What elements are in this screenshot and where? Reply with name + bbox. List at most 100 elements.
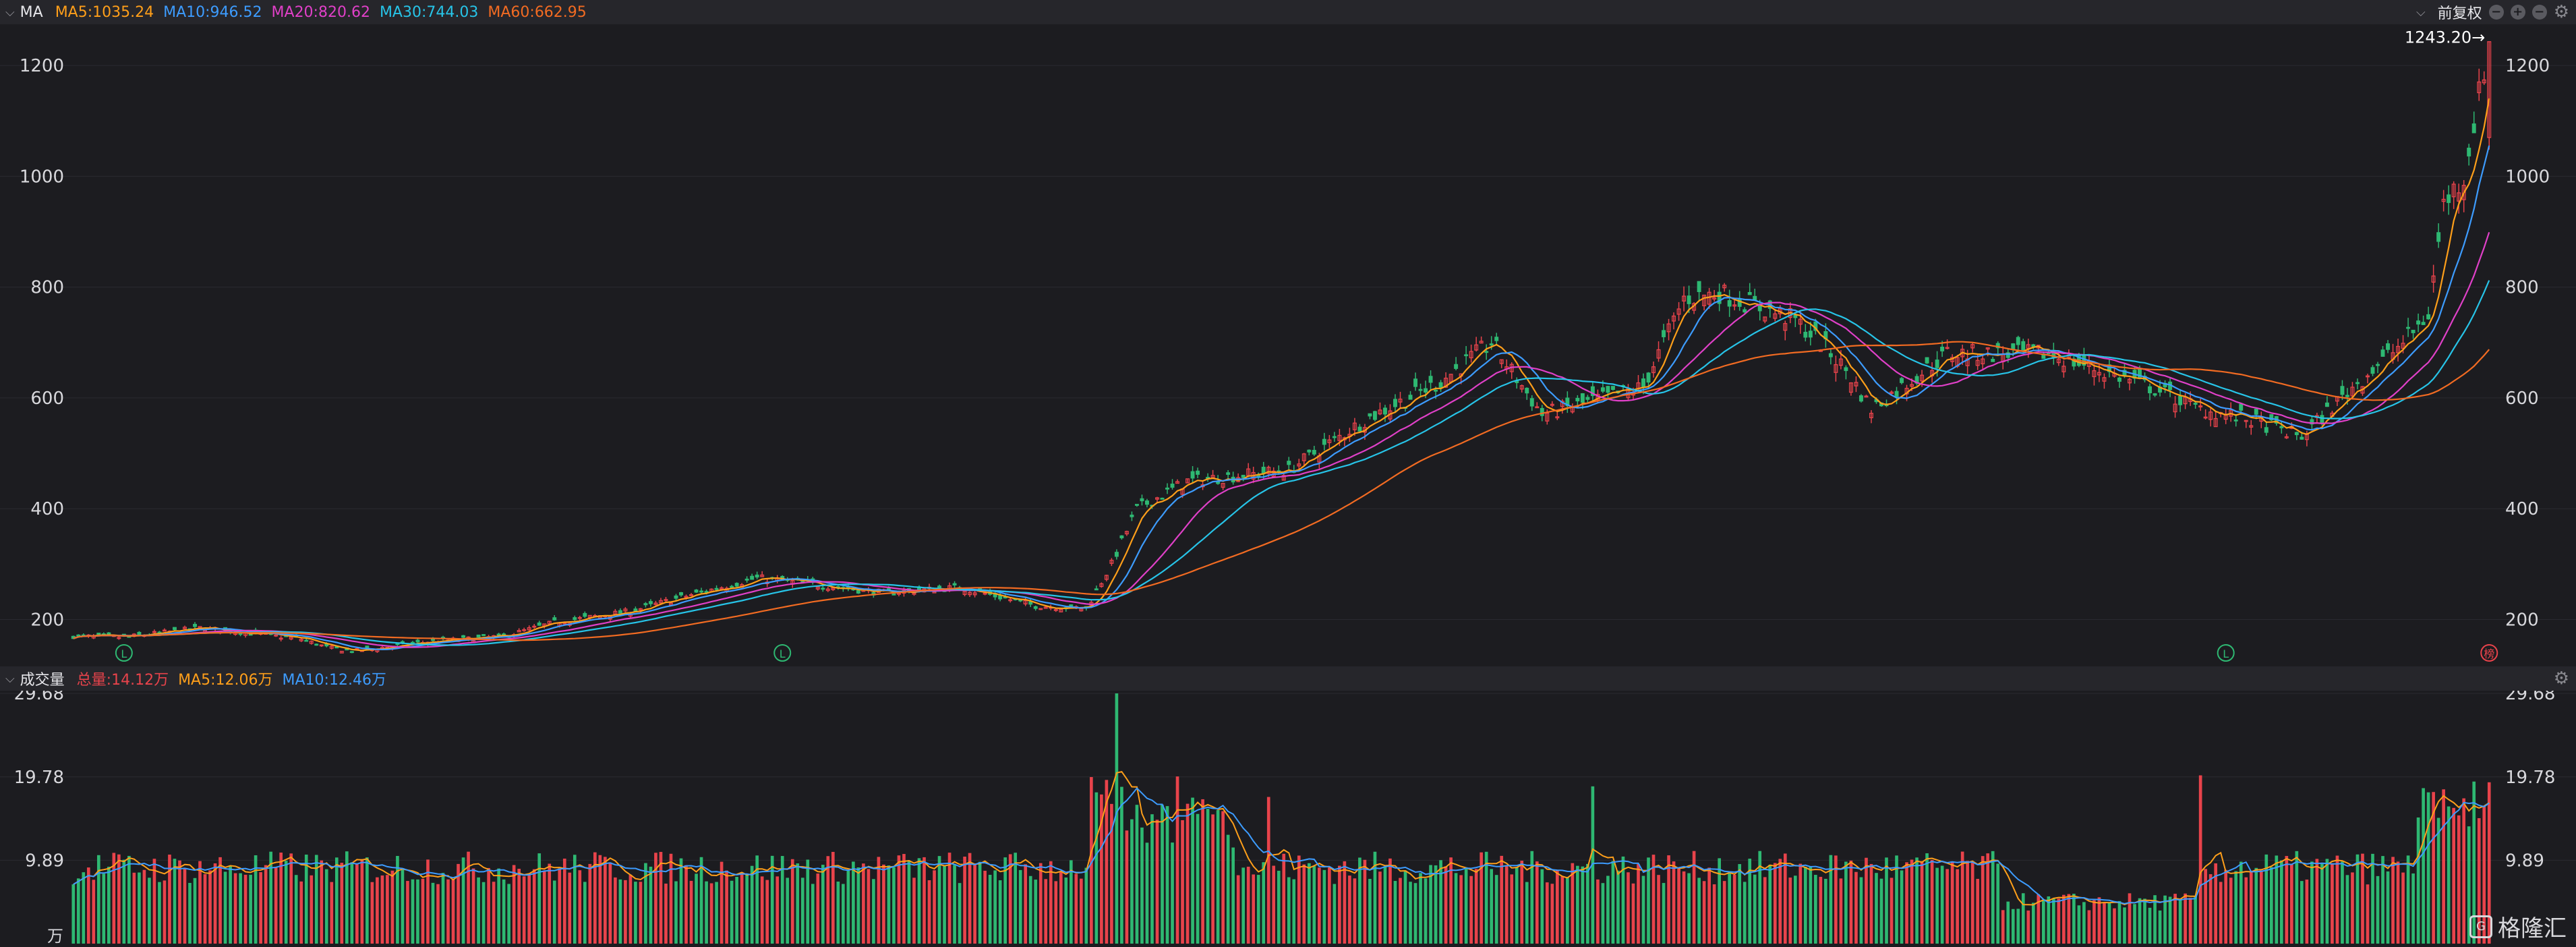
volume-settings-gear-icon[interactable]: ⚙ xyxy=(2554,668,2569,689)
volume-bar xyxy=(1854,871,1858,944)
volume-bar xyxy=(1034,880,1038,944)
candle-body xyxy=(1357,426,1362,432)
volume-bar xyxy=(527,874,531,944)
volume-axis-right-tick-1: 19.78 xyxy=(2505,768,2555,788)
volume-bar xyxy=(487,867,490,944)
volume-bar xyxy=(2052,898,2055,944)
volume-bar xyxy=(1236,875,1240,944)
volume-bar xyxy=(1793,876,1797,944)
volume-bar xyxy=(107,866,111,944)
volume-bar xyxy=(2331,863,2334,944)
candlestick-chart[interactable]: 200 200 400 400 600 600 800 800 1000 1000 1200 1200… xyxy=(0,24,2576,665)
volume-bar xyxy=(2026,910,2030,944)
volume-bar xyxy=(310,875,314,944)
volume-bar xyxy=(2335,855,2339,944)
minus-icon[interactable]: − xyxy=(2488,5,2504,20)
candle-body xyxy=(2421,322,2426,325)
volume-collapse-caret-icon[interactable]: ⌵ xyxy=(5,672,15,686)
candle-body xyxy=(1727,299,1732,307)
plus-icon[interactable]: + xyxy=(2510,5,2525,20)
volume-bar xyxy=(127,855,131,944)
volume-bar xyxy=(2442,789,2445,944)
volume-title[interactable]: 成交量 xyxy=(20,668,65,689)
volume-bar xyxy=(1120,786,1123,944)
volume-bar xyxy=(2422,788,2425,944)
volume-bar xyxy=(2163,895,2167,944)
volume-legend-0: 总量:14.12万 xyxy=(76,672,169,689)
volume-bar xyxy=(330,882,334,944)
volume-bar xyxy=(2371,853,2374,944)
volume-bar xyxy=(360,859,364,944)
adjust-dropdown-icon[interactable]: ⌵ xyxy=(2416,5,2426,20)
volume-bar xyxy=(512,865,516,944)
volume-bar xyxy=(1256,875,1260,944)
candle-body xyxy=(1662,330,1666,337)
volume-bar xyxy=(614,877,617,944)
adjust-mode-select[interactable]: 前复权 xyxy=(2438,1,2482,23)
volume-bar xyxy=(1956,869,1959,944)
volume-bar xyxy=(2082,902,2086,944)
candle-body xyxy=(730,585,734,588)
candle-body xyxy=(679,592,683,596)
volume-bar xyxy=(1388,858,1392,944)
candle-body xyxy=(952,583,957,585)
volume-bar xyxy=(725,870,728,944)
volume-bar xyxy=(1905,862,1908,944)
volume-bar xyxy=(1246,866,1250,944)
volume-bar xyxy=(1038,863,1043,944)
volume-axis-left-tick-2: 29.68 xyxy=(14,691,64,704)
volume-bar xyxy=(76,878,80,944)
volume-bar xyxy=(178,860,181,944)
volume-bar xyxy=(659,852,663,944)
volume-bar xyxy=(927,880,931,944)
collapse-icon[interactable]: − xyxy=(2531,5,2547,20)
candle-body xyxy=(734,583,739,587)
candle-body xyxy=(2355,382,2360,384)
volume-bar-chart[interactable]: 9.89 9.89 19.78 19.78 29.68 29.68 万 xyxy=(0,691,2576,947)
volume-bar xyxy=(1094,792,1099,944)
volume-bar xyxy=(2072,894,2076,944)
volume-bar xyxy=(2041,899,2045,944)
candle-body xyxy=(172,627,177,630)
volume-bar xyxy=(2285,856,2289,944)
volume-bar xyxy=(1231,847,1235,944)
candle-body xyxy=(1226,472,1231,475)
candle-body xyxy=(1641,378,1645,388)
volume-bar xyxy=(517,868,521,944)
indicator-title[interactable]: MA xyxy=(20,4,43,21)
price-legend-3: MA30:744.03 xyxy=(379,3,479,21)
volume-bar xyxy=(138,872,141,944)
volume-bar xyxy=(2325,859,2329,944)
candle-body xyxy=(714,587,719,590)
volume-bar xyxy=(71,884,76,944)
volume-bar xyxy=(800,878,804,944)
price-axis-right-tick-0: 200 xyxy=(2505,610,2539,631)
volume-bar xyxy=(578,870,582,944)
volume-bar xyxy=(1226,834,1230,944)
volume-bar xyxy=(679,858,683,944)
candle-body xyxy=(137,631,142,635)
volume-bar xyxy=(1069,860,1073,944)
volume-axis-right-tick-2: 29.68 xyxy=(2505,691,2555,704)
candle-body xyxy=(1190,471,1195,479)
candle-body xyxy=(1484,351,1489,353)
volume-bar xyxy=(1885,857,1888,944)
candle-body xyxy=(2471,123,2476,134)
volume-bar xyxy=(842,884,845,944)
price-axis-right-tick-1: 400 xyxy=(2505,499,2539,519)
candle-body xyxy=(1540,407,1544,416)
candle-body xyxy=(1525,387,1529,394)
collapse-caret-icon[interactable]: ⌵ xyxy=(5,5,15,20)
volume-bar xyxy=(249,874,252,944)
volume-bar xyxy=(152,859,156,944)
settings-gear-icon[interactable]: ⚙ xyxy=(2554,2,2569,22)
volume-bar xyxy=(2462,798,2466,944)
volume-bar xyxy=(264,865,268,944)
volume-bar xyxy=(2391,857,2395,944)
volume-bar xyxy=(897,855,901,944)
volume-bar xyxy=(2097,897,2101,944)
volume-bar xyxy=(1028,876,1032,944)
volume-bar xyxy=(2366,884,2370,944)
candle-body xyxy=(304,639,309,642)
volume-bar xyxy=(2290,864,2293,944)
